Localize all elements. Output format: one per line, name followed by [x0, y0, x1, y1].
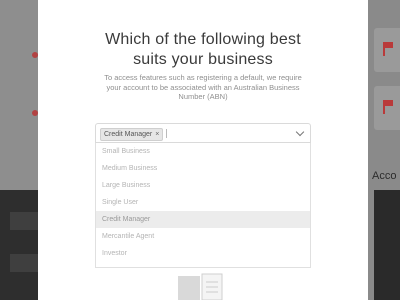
background-stripe	[10, 254, 38, 272]
option-large-business[interactable]: Large Business	[96, 177, 310, 194]
option-credit-manager[interactable]: Credit Manager	[96, 211, 310, 228]
option-mercantile-agent[interactable]: Mercantile Agent	[96, 228, 310, 245]
background-right-dark-area	[374, 190, 400, 300]
modal-title: Which of the following best suits your b…	[38, 30, 368, 70]
flag-icon	[383, 42, 395, 56]
selected-tag-label: Credit Manager	[104, 131, 153, 138]
modal-title-line-1: Which of the following best	[105, 31, 301, 48]
selected-tag: Credit Manager ×	[100, 128, 164, 141]
background-phone-card	[374, 86, 400, 130]
background-flag-card	[374, 28, 400, 72]
phone-icon	[383, 100, 395, 114]
background-left-dark-area	[0, 190, 38, 300]
background-stripe	[10, 212, 38, 230]
document-illustration-icon	[178, 273, 223, 300]
modal-title-line-2: suits your business	[133, 51, 273, 68]
business-type-modal: Which of the following best suits your b…	[38, 0, 368, 300]
option-single-user[interactable]: Single User	[96, 194, 310, 211]
business-type-dropdown: Small Business Medium Business Large Bus…	[95, 143, 311, 268]
option-medium-business[interactable]: Medium Business	[96, 160, 310, 177]
option-investor[interactable]: Investor	[96, 245, 310, 262]
remove-tag-icon[interactable]: ×	[155, 129, 159, 140]
modal-description: To access features such as registering a…	[104, 73, 302, 101]
business-type-select[interactable]: Credit Manager ×	[95, 123, 311, 143]
option-small-business[interactable]: Small Business	[96, 143, 310, 160]
background-right-label: Acco	[372, 170, 397, 182]
text-cursor	[166, 129, 167, 138]
chevron-down-icon[interactable]	[295, 127, 305, 137]
